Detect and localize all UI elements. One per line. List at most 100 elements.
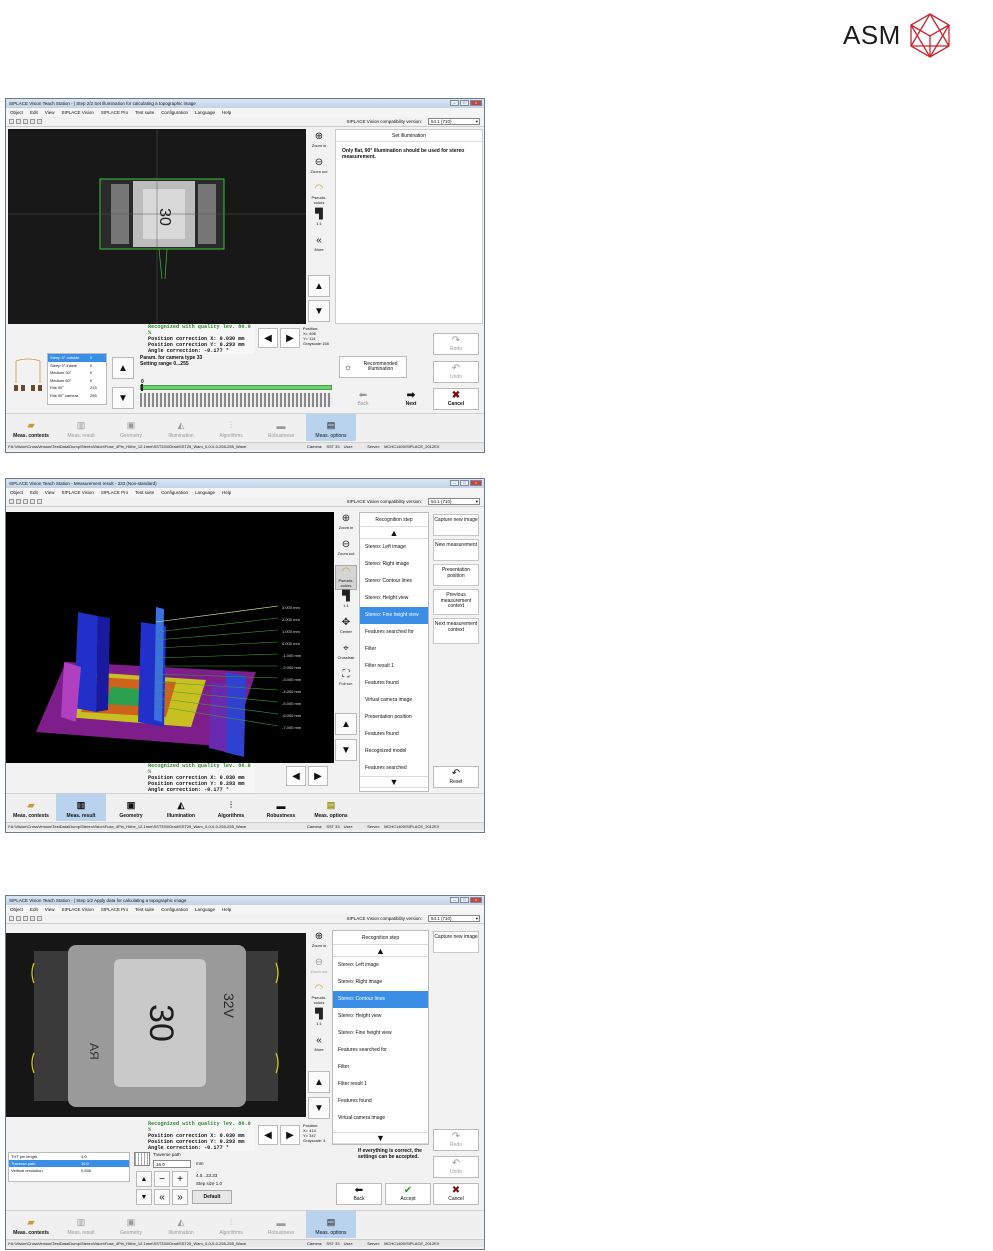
- step-item[interactable]: Stereo: Right image: [333, 974, 428, 991]
- menu-help[interactable]: Help: [222, 907, 231, 912]
- close-button[interactable]: ×: [470, 897, 482, 903]
- step-item[interactable]: Filter result 1: [360, 658, 428, 675]
- tab-illumination[interactable]: ◭ Illumination: [156, 414, 206, 441]
- cut-icon[interactable]: [16, 499, 21, 504]
- close-button[interactable]: ×: [470, 100, 482, 106]
- step-item[interactable]: Stereo: Left image: [360, 539, 428, 556]
- zoom-in-button[interactable]: ⊕ Zoom in: [308, 931, 330, 956]
- step-item[interactable]: Stereo: Height view: [360, 590, 428, 607]
- scroll-down-button[interactable]: ▼: [308, 300, 330, 322]
- tab-meas-options[interactable]: ▤ Meas. options: [306, 1211, 356, 1238]
- tab-algorithms[interactable]: ⫶ Algorithms: [206, 794, 256, 821]
- step-item[interactable]: Stereo: Height view: [333, 1008, 428, 1025]
- menu-edit[interactable]: Edit: [30, 110, 38, 115]
- side-button[interactable]: Previous measurement context: [433, 589, 479, 615]
- cut-icon[interactable]: [16, 119, 21, 124]
- menu-test-suite[interactable]: Test suite: [135, 110, 154, 115]
- minimize-button[interactable]: –: [450, 480, 459, 486]
- prev-button[interactable]: ◀: [286, 766, 306, 786]
- new-icon[interactable]: [9, 499, 14, 504]
- side-button[interactable]: New measurement: [433, 539, 479, 561]
- menu-configuration[interactable]: Configuration: [161, 490, 188, 495]
- reset-button[interactable]: ↶ Reset: [433, 766, 479, 788]
- pseudo-colors-button[interactable]: ◠ Pseudo-colors: [308, 183, 330, 208]
- compat-select[interactable]: 54.1 (710): [428, 915, 480, 922]
- menu-siplace-vision[interactable]: SIPLACE Vision: [61, 907, 93, 912]
- step-item[interactable]: Features searched for: [333, 1042, 428, 1059]
- lamp-down-button[interactable]: ▼: [112, 387, 134, 409]
- save-icon[interactable]: [37, 916, 42, 921]
- tab-robustness[interactable]: ▬ Robustness: [256, 1211, 306, 1238]
- pseudo-colors-button[interactable]: ◠ Pseudo-colors: [308, 983, 330, 1008]
- menu-language[interactable]: Language: [195, 110, 215, 115]
- tab-robustness[interactable]: ▬ Robustness: [256, 794, 306, 821]
- lamp-row[interactable]: Steep 0° outside 0: [48, 354, 106, 362]
- cancel-button[interactable]: ✖ Cancel: [433, 1183, 479, 1205]
- recommended-illumination-button[interactable]: ☼ Recommended illumination: [339, 356, 407, 378]
- step-up-button[interactable]: ▲: [360, 527, 428, 539]
- one-to-one-button[interactable]: ▜ 1:1: [335, 591, 357, 616]
- step-item[interactable]: Stereo: Fine height view: [360, 607, 428, 624]
- menu-configuration[interactable]: Configuration: [161, 110, 188, 115]
- one-to-one-button[interactable]: ▜ 1:1: [308, 1009, 330, 1034]
- accept-button[interactable]: ✔ Accept: [385, 1183, 431, 1205]
- prev-button[interactable]: ◀: [258, 328, 278, 348]
- maximize-button[interactable]: □: [460, 100, 469, 106]
- menu-help[interactable]: Help: [222, 490, 231, 495]
- plus-button[interactable]: +: [172, 1171, 188, 1187]
- scroll-up-button[interactable]: ▲: [335, 713, 357, 735]
- zoom-in-button[interactable]: ⊕ Zoom in: [308, 131, 330, 156]
- back-button[interactable]: ⬅ Back: [340, 388, 386, 410]
- cut-icon[interactable]: [16, 916, 21, 921]
- save-icon[interactable]: [37, 119, 42, 124]
- scroll-down-button[interactable]: ▼: [308, 1097, 330, 1119]
- tab-illumination[interactable]: ◭ Illumination: [156, 794, 206, 821]
- redo-button[interactable]: ↷ Redo: [433, 333, 479, 355]
- menu-siplace-vision[interactable]: SIPLACE Vision: [61, 490, 93, 495]
- step-item[interactable]: Filter result 1: [333, 1076, 428, 1093]
- menu-siplace-vision[interactable]: SIPLACE Vision: [61, 110, 93, 115]
- step-item[interactable]: Stereo: Left image: [333, 957, 428, 974]
- center-button[interactable]: ✥ Center: [335, 617, 357, 642]
- side-button[interactable]: Presentation position: [433, 564, 479, 586]
- step-item[interactable]: Stereo: Contour lines: [360, 573, 428, 590]
- close-button[interactable]: ×: [470, 480, 482, 486]
- maximize-button[interactable]: □: [460, 897, 469, 903]
- menu-test-suite[interactable]: Test suite: [135, 490, 154, 495]
- tab-geometry[interactable]: ▣ Geometry: [106, 414, 156, 441]
- paste-icon[interactable]: [30, 499, 35, 504]
- more-button[interactable]: «More: [308, 1035, 330, 1060]
- zoom-out-button[interactable]: ⊖ Zoom out: [335, 539, 357, 564]
- paste-icon[interactable]: [30, 916, 35, 921]
- illumination-slider[interactable]: 0: [140, 379, 332, 409]
- menu-language[interactable]: Language: [195, 907, 215, 912]
- fast-increase-button[interactable]: »: [172, 1189, 188, 1205]
- prev-button[interactable]: ◀: [258, 1125, 278, 1145]
- step-item[interactable]: Stereo: Right image: [360, 556, 428, 573]
- copy-icon[interactable]: [23, 499, 28, 504]
- maximize-button[interactable]: □: [460, 480, 469, 486]
- step-down-button[interactable]: ▼: [333, 1132, 428, 1144]
- redo-button[interactable]: ↷ Redo: [433, 1129, 479, 1151]
- step-up-button[interactable]: ▲: [333, 945, 428, 957]
- slider-handle[interactable]: [141, 384, 143, 391]
- step-item[interactable]: Presentation position: [360, 709, 428, 726]
- menu-test-suite[interactable]: Test suite: [135, 907, 154, 912]
- menu-configuration[interactable]: Configuration: [161, 907, 188, 912]
- tab-meas-result[interactable]: ▥ Meas. result: [56, 414, 106, 441]
- lamp-up-button[interactable]: ▲: [112, 357, 134, 379]
- minimize-button[interactable]: –: [450, 897, 459, 903]
- tab-geometry[interactable]: ▣ Geometry: [106, 1211, 156, 1238]
- menu-view[interactable]: View: [45, 490, 55, 495]
- new-icon[interactable]: [9, 119, 14, 124]
- param-row[interactable]: THT pin length 4.0: [9, 1153, 129, 1160]
- copy-icon[interactable]: [23, 119, 28, 124]
- tab-algorithms[interactable]: ⫶ Algorithms: [206, 1211, 256, 1238]
- next-button[interactable]: ➡ Next: [388, 388, 434, 410]
- save-icon[interactable]: [37, 499, 42, 504]
- menu-object[interactable]: Object: [10, 907, 23, 912]
- lamp-row[interactable]: Steep 0° inside 0: [48, 362, 106, 370]
- scroll-down-button[interactable]: ▼: [335, 739, 357, 761]
- step-item[interactable]: Recognized model: [360, 743, 428, 760]
- next-image-button[interactable]: ▶: [280, 328, 300, 348]
